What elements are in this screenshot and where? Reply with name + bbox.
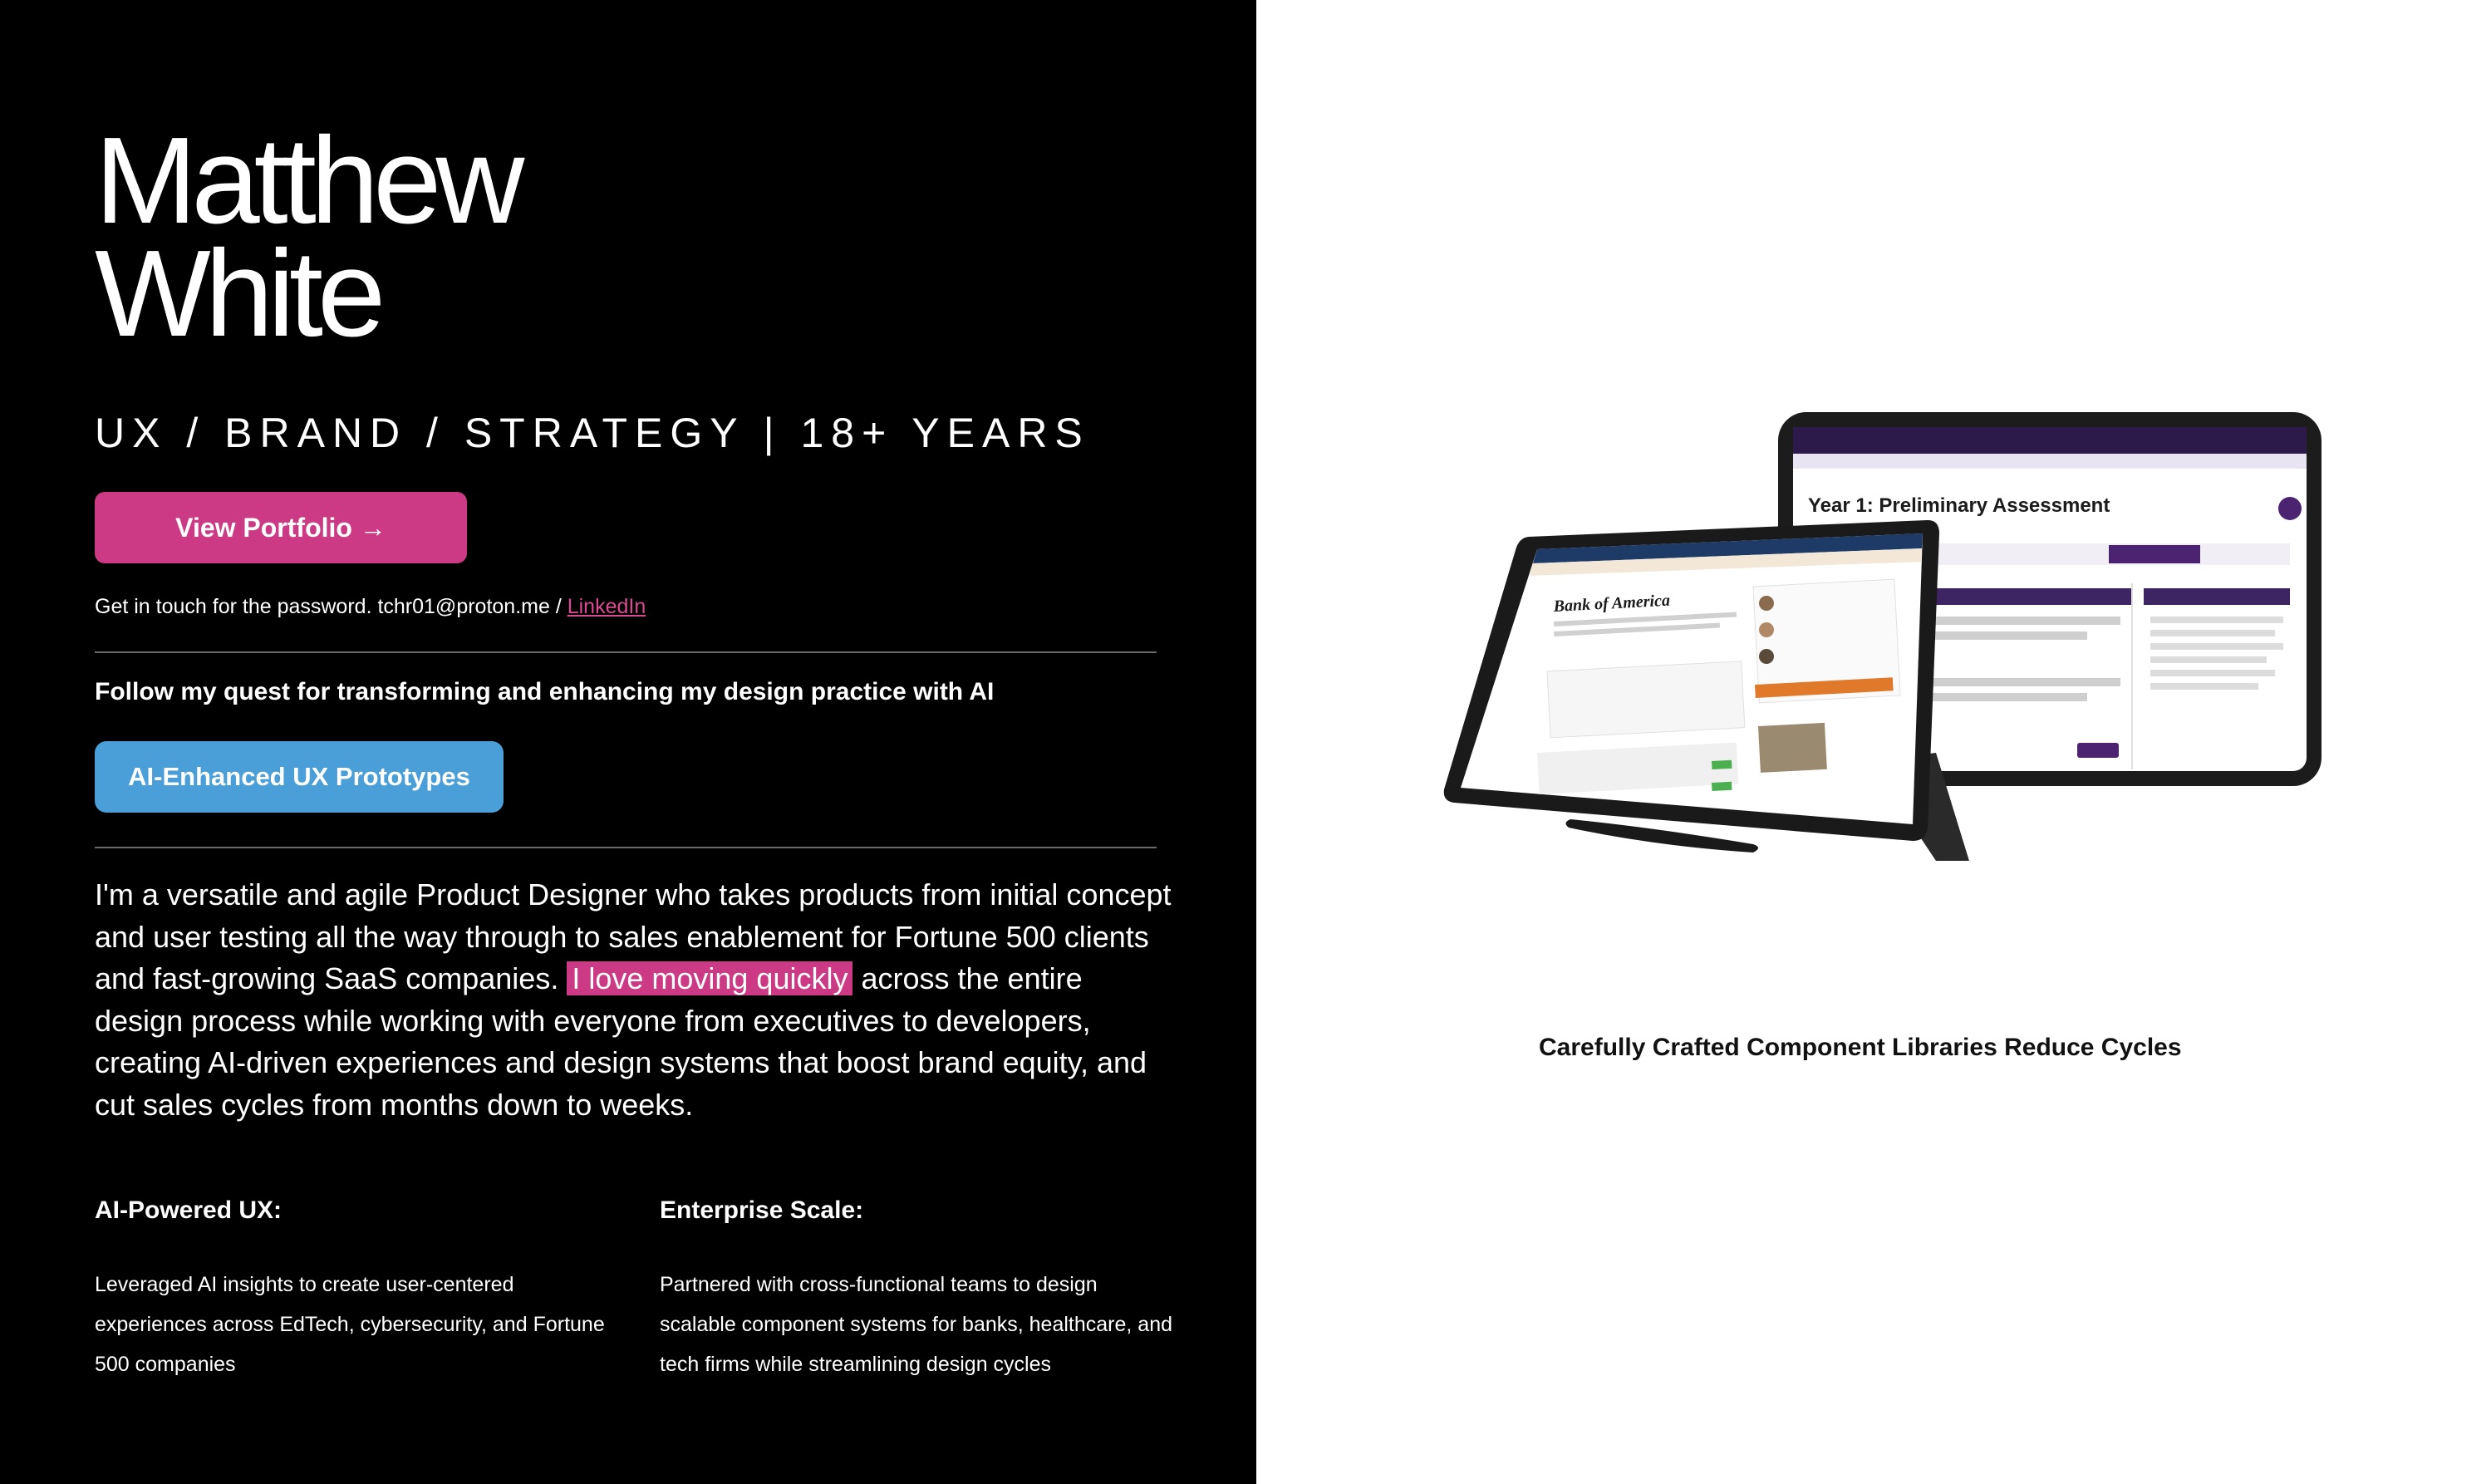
ai-prototypes-button[interactable]: AI-Enhanced UX Prototypes [95, 741, 504, 813]
divider [95, 847, 1157, 848]
page-title: Matthew White [95, 112, 524, 362]
tablet-mockup-image: Year 1: Preliminary Assessment Bank of A… [1443, 412, 2321, 861]
name-line-last: White [95, 225, 386, 362]
bio-paragraph: I'm a versatile and agile Product Design… [95, 874, 1175, 1126]
front-tablet: Bank of America [1443, 520, 1939, 841]
feature-title: Enterprise Scale: [660, 1197, 864, 1224]
contact-text: Get in touch for the password. tchr01@pr… [95, 595, 567, 618]
feature-ai-powered-ux: AI-Powered UX: Leveraged AI insights to … [95, 1197, 610, 1384]
view-portfolio-button[interactable]: View Portfolio → [95, 492, 467, 563]
bio-highlight: I love moving quickly [567, 961, 853, 995]
feature-description: Partnered with cross-functional teams to… [660, 1273, 1173, 1376]
name-line-first: Matthew [95, 112, 524, 249]
divider [95, 651, 1157, 653]
tagline: UX / BRAND / STRATEGY | 18+ YEARS [95, 410, 1090, 456]
back-tablet-title: Year 1: Preliminary Assessment [1808, 494, 2110, 517]
linkedin-link[interactable]: LinkedIn [567, 595, 646, 618]
contact-line: Get in touch for the password. tchr01@pr… [95, 595, 646, 619]
hero-panel: Matthew White UX / BRAND / STRATEGY | 18… [0, 0, 1256, 1484]
feature-description: Leveraged AI insights to create user-cen… [95, 1273, 605, 1376]
follow-heading: Follow my quest for transforming and enh… [95, 678, 995, 705]
showcase-caption: Carefully Crafted Component Libraries Re… [1539, 1034, 2182, 1061]
feature-enterprise-scale: Enterprise Scale: Partnered with cross-f… [660, 1197, 1175, 1384]
feature-title: AI-Powered UX: [95, 1197, 283, 1224]
